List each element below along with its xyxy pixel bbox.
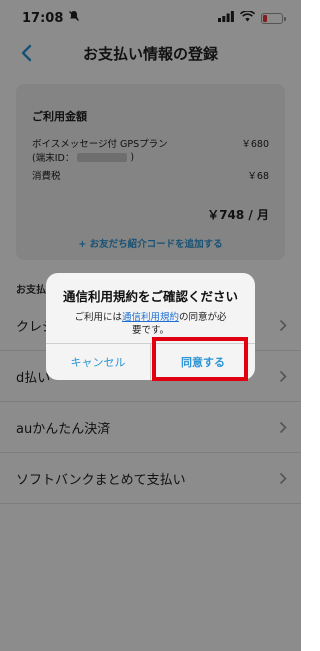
- dialog-body-suffix-2: 要です。: [131, 325, 170, 336]
- terms-link[interactable]: 通信利用規約: [122, 312, 179, 323]
- dialog-message: ご利用には通信利用規約の同意が必 要です。: [58, 311, 243, 337]
- highlight-annotation: [152, 337, 248, 381]
- dialog-body-prefix: ご利用には: [74, 312, 122, 323]
- cancel-button[interactable]: キャンセル: [46, 344, 150, 380]
- dialog-title: 通信利用規約をご確認ください: [62, 289, 238, 304]
- dialog-body-suffix-1: の同意が必: [179, 312, 227, 323]
